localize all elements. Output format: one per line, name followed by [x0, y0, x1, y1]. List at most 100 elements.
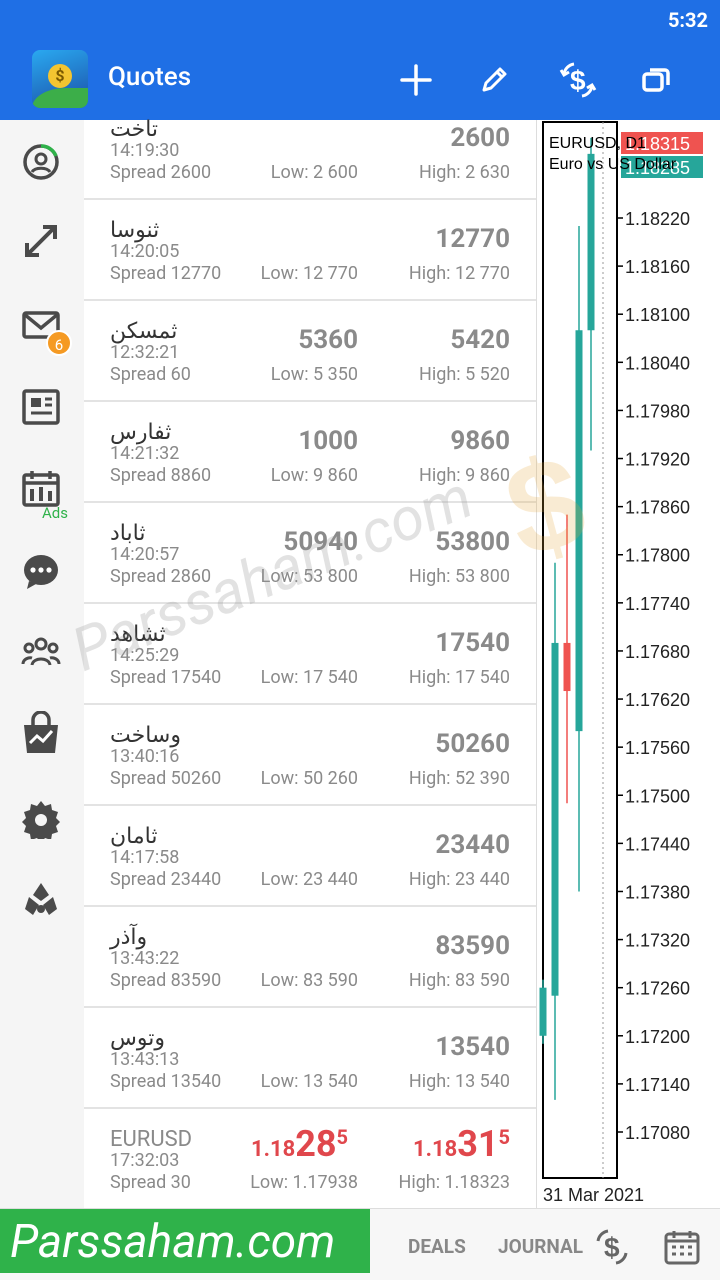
spread-value: Spread 83590: [110, 970, 222, 991]
trade-arrows-icon: [25, 225, 57, 257]
tab-journal[interactable]: JOURNAL: [498, 1235, 583, 1258]
low-value: Low: 12 770: [260, 263, 358, 284]
low-value: Low: 9 860: [270, 465, 358, 486]
ask-price-prefix: 1.18: [412, 1137, 458, 1162]
price-tick-label: 1.18160: [625, 257, 690, 277]
ask-price-big: 31: [457, 1123, 499, 1165]
symbol-name: ثاباد: [110, 521, 146, 546]
spread-value: Spread 60: [110, 364, 191, 385]
ask-price: 53800: [435, 527, 510, 557]
nav-account[interactable]: [18, 139, 64, 185]
nav-chat[interactable]: [18, 548, 64, 594]
add-symbol-button[interactable]: [396, 60, 436, 100]
svg-text:$: $: [570, 65, 586, 96]
nav-settings[interactable]: [18, 796, 64, 842]
price-tick-label: 1.17260: [625, 979, 690, 999]
bid-price: 5360: [298, 325, 358, 355]
high-value: High: 5 520: [419, 364, 510, 385]
quote-row[interactable]: ثامان 14:17:58 Spread 23440 23440 Low: 23 44…: [84, 806, 536, 907]
gear-icon: [22, 801, 60, 839]
bid-price-prefix: 1.18: [250, 1137, 296, 1162]
trade-button[interactable]: $: [558, 60, 598, 100]
low-value: Low: 50 260: [260, 768, 358, 789]
tab-deals[interactable]: DEALS: [408, 1235, 466, 1258]
quote-row[interactable]: وساخت 13:40:16 Spread 50260 50260 Low: 50 26…: [84, 705, 536, 806]
spread-value: Spread 23440: [110, 869, 222, 890]
nav-trade[interactable]: [18, 218, 64, 264]
symbol-name: ثفارس: [110, 420, 172, 445]
community-icon: [21, 637, 61, 666]
nav-news[interactable]: [18, 384, 64, 430]
price-tick-label: 1.17740: [625, 594, 690, 614]
price-tick-label: 1.17200: [625, 1027, 690, 1047]
low-value: Low: 5 350: [270, 364, 358, 385]
pencil-icon: [482, 67, 507, 92]
chart-date-label: 31 Mar 2021: [543, 1185, 644, 1205]
app-logo-icon[interactable]: $: [32, 50, 88, 108]
high-value: High: 9 860: [419, 465, 510, 486]
high-value: High: 1.18323: [398, 1172, 510, 1193]
edit-button[interactable]: [474, 60, 514, 100]
high-value: High: 83 590: [408, 970, 510, 991]
high-value: High: 53 800: [408, 566, 510, 587]
nav-traders-community[interactable]: [18, 876, 64, 922]
price-tick-label: 1.17800: [625, 546, 690, 566]
price-tick-label: 1.17140: [625, 1075, 690, 1095]
ask-price: 5420: [450, 325, 510, 355]
brand-banner: Parssaham.com: [0, 1209, 370, 1273]
price-tick-label: 1.18100: [625, 305, 690, 325]
shopping-bag-icon: [24, 711, 58, 753]
bottom-bar: Parssaham.com DEALS JOURNAL $: [0, 1208, 720, 1280]
quote-time: 14:25:29: [110, 645, 180, 666]
candle-body: [539, 987, 547, 1036]
price-tick-label: 1.18040: [625, 353, 690, 373]
low-value: Low: 23 440: [260, 869, 358, 890]
dollar-exchange-icon: $: [559, 62, 597, 98]
nav-market[interactable]: [18, 710, 64, 756]
ask-price: 9860: [450, 426, 510, 456]
chart-pane[interactable]: 1.18220 1.18160 1.18100 1.18040 1.17980 1.179…: [536, 120, 720, 1208]
low-value: Low: 13 540: [260, 1071, 358, 1092]
ask-price: 50260: [435, 729, 510, 759]
nav-community[interactable]: [18, 628, 64, 674]
quote-row[interactable]: ثنوسا 14:20:05 Spread 12770 12770 Low: 12 77…: [84, 200, 536, 301]
low-value: Low: 83 590: [260, 970, 358, 991]
side-nav: Ads: [0, 120, 84, 1208]
symbol-name: ثامان: [110, 824, 158, 849]
quote-row[interactable]: ثاباد 14:20:57 Spread 2860 50940 53800 Low: 5…: [84, 503, 536, 604]
windows-button[interactable]: [636, 60, 676, 100]
chart-description-label: Euro vs US Dollar: [549, 156, 677, 173]
windows-icon: [642, 68, 670, 92]
high-value: High: 52 390: [408, 768, 510, 789]
ads-label: Ads: [42, 504, 68, 522]
quote-time: 13:40:16: [110, 746, 180, 767]
quote-row[interactable]: تاخت 14:19:30 Spread 2600 2600 Low: 2 600 Hig…: [84, 100, 536, 200]
quote-row[interactable]: ثمسکن 12:32:21 Spread 60 5360 5420 Low: 5 350…: [84, 301, 536, 402]
quote-row[interactable]: وتوس 13:43:13 Spread 13540 13540 Low: 13 540…: [84, 1008, 536, 1109]
ask-price: 17540: [435, 628, 510, 658]
price-tick-label: 1.17980: [625, 401, 690, 421]
high-value: High: 17 540: [408, 667, 510, 688]
bid-price: 1000: [298, 426, 358, 456]
spread-value: Spread 17540: [110, 667, 222, 688]
low-value: Low: 53 800: [260, 566, 358, 587]
candle-body: [575, 330, 583, 732]
quote-row-eurusd[interactable]: EURUSD 17:32:03 Spread 30 1.18285 1.18315 Low…: [84, 1109, 536, 1208]
spread-value: Spread 8860: [110, 465, 212, 486]
bid-price: 50940: [283, 527, 358, 557]
ask-price: 12770: [435, 224, 510, 254]
quote-time: 14:20:57: [110, 544, 180, 565]
price-tick-label: 1.17080: [625, 1123, 690, 1143]
price-chart[interactable]: 1.18220 1.18160 1.18100 1.18040 1.17980 1.179…: [537, 120, 720, 1208]
account-icon: [23, 144, 59, 180]
quote-row[interactable]: ثفارس 14:21:32 Spread 8860 1000 9860 Low: 9 8…: [84, 402, 536, 503]
calendar-icon[interactable]: [664, 1229, 700, 1265]
dollar-exchange-icon[interactable]: $: [592, 1227, 632, 1267]
bid-price-sup: 5: [336, 1124, 348, 1149]
quote-row[interactable]: ثشاهد 14:25:29 Spread 17540 17540 Low: 17 54…: [84, 604, 536, 705]
spread-value: Spread 12770: [110, 263, 222, 284]
calendar-icon: [22, 471, 60, 507]
quote-row[interactable]: وآذر 13:43:22 Spread 83590 83590 Low: 83 590…: [84, 907, 536, 1008]
symbol-name: تاخت: [110, 117, 159, 142]
bid-price: 1.18285: [251, 1123, 348, 1165]
